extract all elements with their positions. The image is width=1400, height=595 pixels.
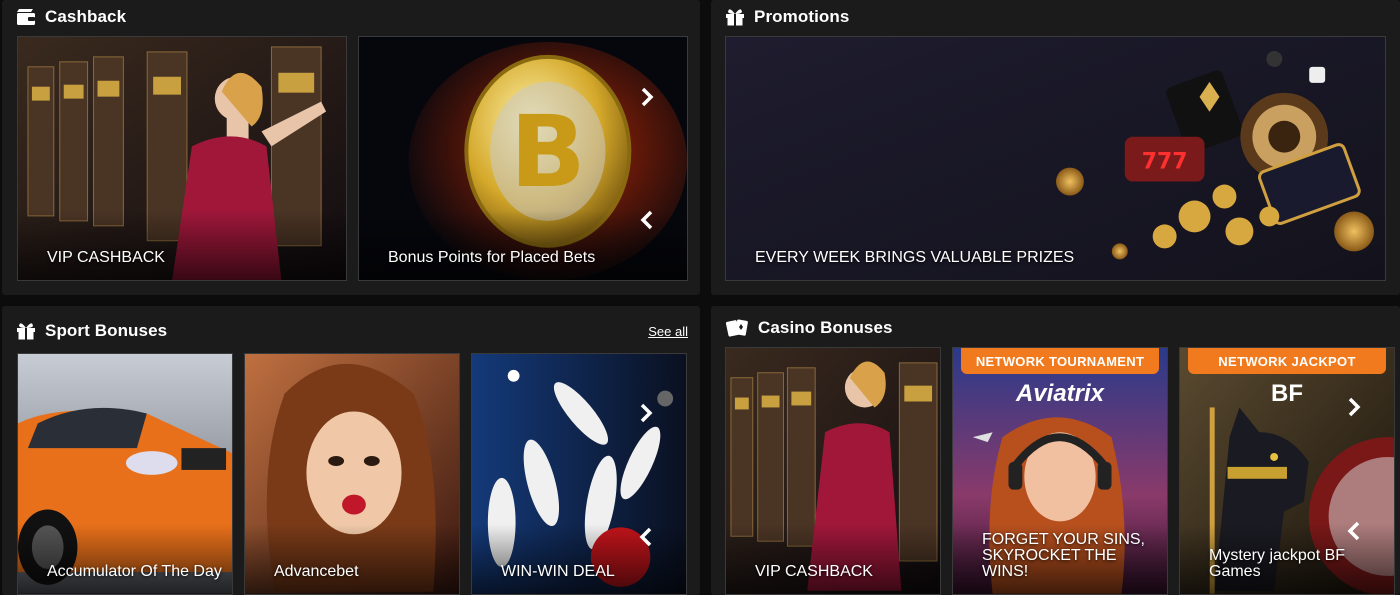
svg-text:B: B — [510, 95, 586, 210]
svg-text:777: 777 — [1142, 150, 1188, 175]
card-caption: VIP CASHBACK — [47, 249, 165, 266]
card-caption: WIN-WIN DEAL — [501, 563, 615, 580]
promotions-title: Promotions — [754, 7, 850, 26]
cashback-title: Cashback — [45, 7, 127, 26]
card-caption: Bonus Points for Placed Bets — [388, 249, 596, 266]
card-caption: EVERY WEEK BRINGS VALUABLE PRIZES — [755, 249, 1075, 266]
win-win-deal-card[interactable]: WIN-WIN DEAL — [471, 353, 687, 595]
gift-icon — [16, 322, 36, 340]
prev-arrow-icon[interactable] — [1342, 519, 1366, 543]
sport-bonuses-panel: Sport Bonuses See all Accumulator Of The… — [2, 306, 700, 595]
prev-arrow-icon[interactable] — [634, 525, 658, 549]
prev-arrow-icon[interactable] — [635, 208, 659, 232]
vip-cashback-card[interactable]: VIP CASHBACK — [725, 347, 941, 595]
see-all-link[interactable]: See all — [648, 324, 688, 339]
cashback-panel: Cashback VIP CASHBACK B Bonus Points for… — [2, 0, 700, 295]
aviatrix-logo: Aviatrix — [1015, 380, 1105, 407]
gift-icon — [725, 8, 745, 26]
card-caption: Mystery jackpot BF Games — [1209, 547, 1346, 580]
sport-bonuses-title: Sport Bonuses — [45, 321, 168, 340]
card-caption: Accumulator Of The Day — [47, 563, 222, 580]
next-arrow-icon[interactable] — [635, 85, 659, 109]
wallet-icon — [16, 8, 36, 26]
next-arrow-icon[interactable] — [634, 401, 658, 425]
advancebet-card[interactable]: Advancebet — [244, 353, 460, 595]
casino-bonuses-title: Casino Bonuses — [758, 318, 893, 337]
next-arrow-icon[interactable] — [1342, 395, 1366, 419]
card-caption: Advancebet — [274, 563, 359, 580]
weekly-prizes-card[interactable]: 777 EVERY WEEK BRINGS VALUABLE PRIZES — [725, 36, 1386, 281]
casino-bonuses-panel: Casino Bonuses VIP CASHBACK NETWORK TOUR… — [711, 306, 1400, 595]
card-caption: FORGET YOUR SINS, SKYROCKET THE WINS! — [982, 531, 1145, 580]
promotions-panel: Promotions 777 EVERY WEEK BRINGS VALUABL… — [711, 0, 1400, 295]
bonus-points-card[interactable]: B Bonus Points for Placed Bets — [358, 36, 688, 281]
aviatrix-tournament-card[interactable]: NETWORK TOURNAMENT Aviatrix FORGET YOUR … — [952, 347, 1168, 595]
accumulator-card[interactable]: Accumulator Of The Day — [17, 353, 233, 595]
casino-bonuses-header: Casino Bonuses — [725, 317, 1388, 339]
mystery-jackpot-card[interactable]: NETWORK JACKPOT BF Mystery jackpot BF Ga… — [1179, 347, 1395, 595]
tournament-badge: NETWORK TOURNAMENT — [961, 348, 1159, 374]
cashback-header: Cashback — [16, 6, 688, 28]
card-caption: VIP CASHBACK — [755, 563, 873, 580]
vip-cashback-card[interactable]: VIP CASHBACK — [17, 36, 347, 281]
casino-prizes-image: 777 — [726, 37, 1385, 280]
sport-bonuses-header: Sport Bonuses See all — [16, 320, 688, 342]
cards-icon — [725, 319, 749, 337]
jackpot-badge: NETWORK JACKPOT — [1188, 348, 1386, 374]
promotions-header: Promotions — [725, 6, 1388, 28]
